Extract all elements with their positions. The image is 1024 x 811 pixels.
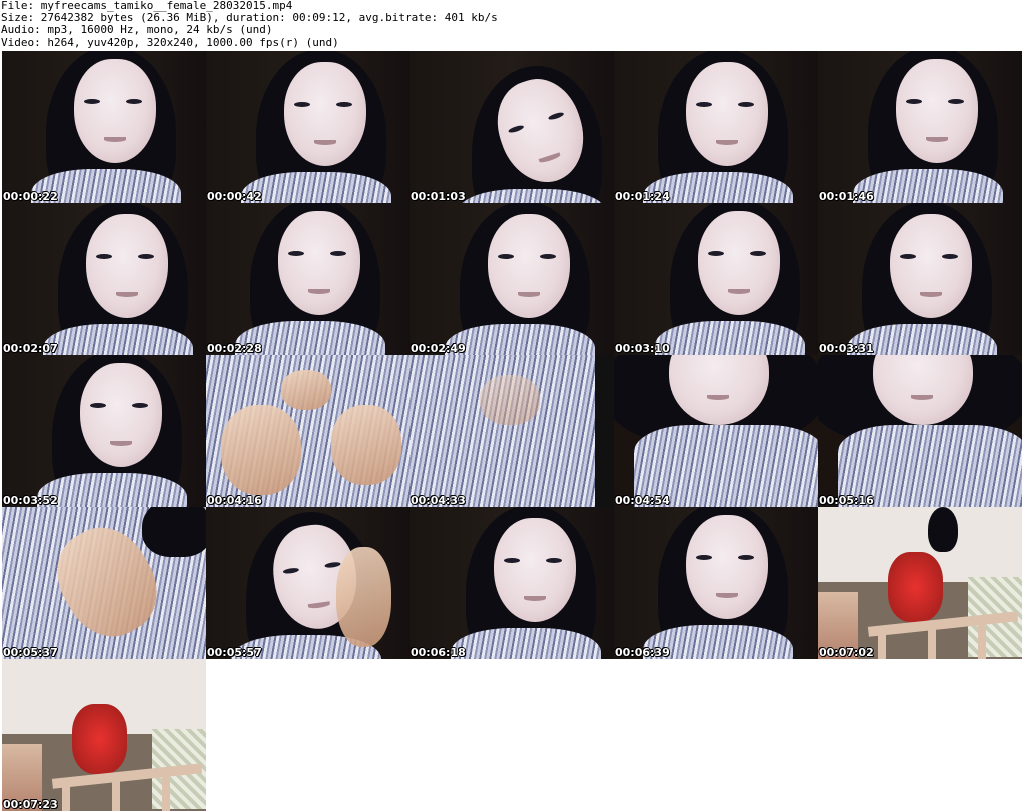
thumbnail-frame: 00:07:23 — [2, 659, 206, 811]
thumbnail-frame: 00:04:54 — [614, 355, 818, 507]
thumbnail-timestamp: 00:03:10 — [615, 342, 670, 355]
thumbnail-frame: 00:04:33 — [410, 355, 614, 507]
thumbnail-frame: 00:06:18 — [410, 507, 614, 659]
thumbnail-frame: 00:01:46 — [818, 51, 1022, 203]
thumbnail-frame: 00:06:39 — [614, 507, 818, 659]
thumbnail-timestamp: 00:02:07 — [3, 342, 58, 355]
thumbnail-frame: 00:02:49 — [410, 203, 614, 355]
thumbnail-timestamp: 00:05:57 — [207, 646, 262, 659]
file-info-header: File: myfreecams_tamiko__female_28032015… — [0, 0, 1024, 50]
thumbnail-timestamp: 00:07:23 — [3, 798, 58, 811]
thumbnail-frame: 00:05:16 — [818, 355, 1022, 507]
thumbnail-timestamp: 00:00:22 — [3, 190, 58, 203]
thumbnail-frame: 00:02:07 — [2, 203, 206, 355]
audio-info-line: Audio: mp3, 16000 Hz, mono, 24 kb/s (und… — [1, 23, 273, 37]
thumbnail-timestamp: 00:06:39 — [615, 646, 670, 659]
thumbnail-timestamp: 00:01:24 — [615, 190, 670, 203]
thumbnail-timestamp: 00:05:16 — [819, 494, 874, 507]
thumbnail-timestamp: 00:03:31 — [819, 342, 874, 355]
thumbnail-frame: 00:00:22 — [2, 51, 206, 203]
thumbnail-timestamp: 00:02:28 — [207, 342, 262, 355]
thumbnail-frame: 00:03:52 — [2, 355, 206, 507]
thumbnail-timestamp: 00:02:49 — [411, 342, 466, 355]
thumbnail-frame: 00:05:37 — [2, 507, 206, 659]
thumbnail-frame: 00:04:16 — [206, 355, 410, 507]
thumbnail-frame: 00:03:10 — [614, 203, 818, 355]
thumbnail-frame: 00:01:03 — [410, 51, 614, 203]
thumbnail-timestamp: 00:01:03 — [411, 190, 466, 203]
thumbnail-frame: 00:05:57 — [206, 507, 410, 659]
thumbnail-frame: 00:03:31 — [818, 203, 1022, 355]
thumbnail-frame: 00:01:24 — [614, 51, 818, 203]
thumbnail-timestamp: 00:05:37 — [3, 646, 58, 659]
thumbnail-timestamp: 00:00:42 — [207, 190, 262, 203]
thumbnail-timestamp: 00:04:54 — [615, 494, 670, 507]
thumbnail-timestamp: 00:06:18 — [411, 646, 466, 659]
video-info-line: Video: h264, yuv420p, 320x240, 1000.00 f… — [1, 35, 339, 49]
thumbnail-timestamp: 00:01:46 — [819, 190, 874, 203]
thumbnail-timestamp: 00:03:52 — [3, 494, 58, 507]
thumbnail-frame: 00:07:02 — [818, 507, 1022, 659]
thumbnail-frame: 00:00:42 — [206, 51, 410, 203]
thumbnail-timestamp: 00:04:33 — [411, 494, 466, 507]
thumbnail-frame: 00:02:28 — [206, 203, 410, 355]
thumbnail-timestamp: 00:04:16 — [207, 494, 262, 507]
thumbnail-timestamp: 00:07:02 — [819, 646, 874, 659]
